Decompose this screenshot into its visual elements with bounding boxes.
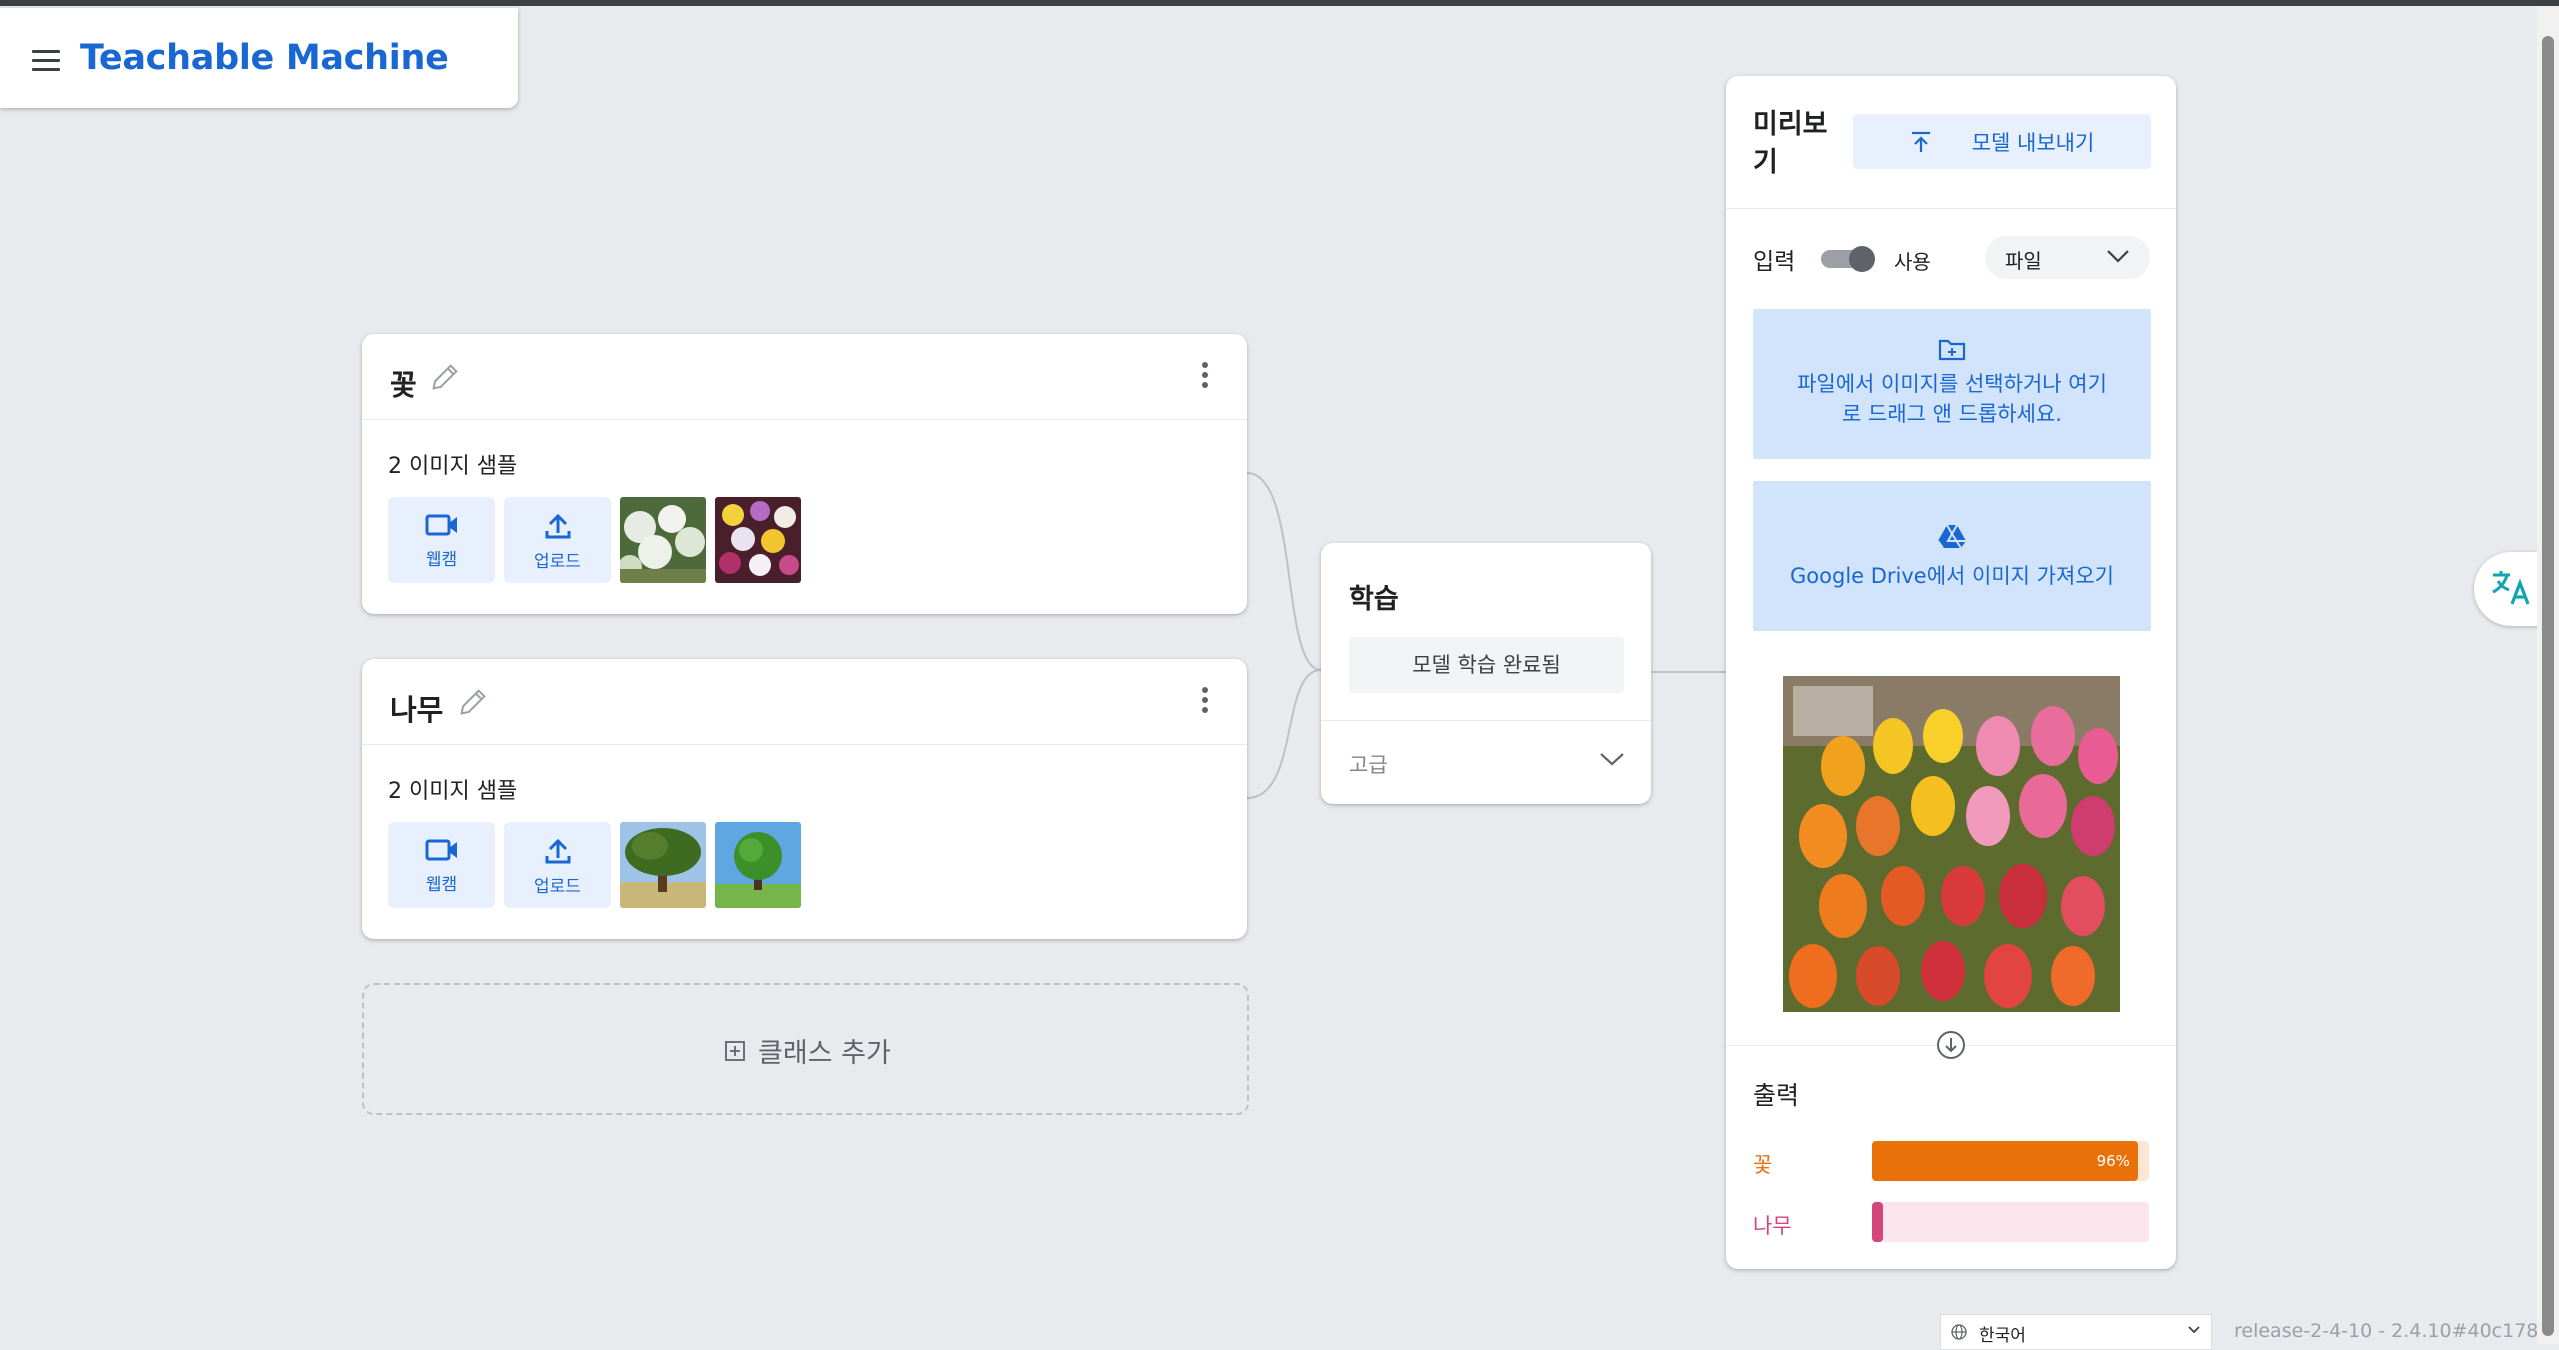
upload-label: 업로드 [534,877,581,897]
preview-panel: 미리보기 모델 내보내기 입력 사용 파일 파일에서 이미지를 선택하거나 여기… [1726,76,2176,1269]
export-label: 모델 내보내기 [1971,130,2095,155]
arrow-down-icon [1937,1031,1965,1059]
preview-title: 미리보기 [1753,109,1828,178]
sample-count: 2 이미지 샘플 [388,454,518,479]
chevron-down-icon [2107,250,2129,263]
confidence-percent: 96% [2096,1152,2130,1170]
webcam-button[interactable]: 웹캠 [388,822,495,908]
class-name[interactable]: 나무 [390,687,443,729]
globe-icon [1951,1324,1967,1340]
edit-pencil-icon[interactable] [428,360,462,394]
class-name[interactable]: 꽃 [390,362,417,404]
training-panel: 학습 모델 학습 완료됨 고급 [1321,543,1651,804]
train-model-button[interactable]: 모델 학습 완료됨 [1349,637,1624,693]
sample-count: 2 이미지 샘플 [388,779,518,804]
confidence-bar-fill [1872,1202,1884,1242]
class-card-flower: 꽃 2 이미지 샘플 웹캠 업로드 [362,334,1247,614]
version-text: release-2-4-10 - 2.4.10#40c178 [2234,1320,2539,1342]
upload-button[interactable]: 업로드 [504,497,611,583]
sample-thumbnail[interactable] [715,822,801,908]
hamburger-menu-icon[interactable] [32,50,62,74]
video-camera-icon [425,514,457,536]
input-label: 입력 [1753,249,1796,275]
google-drive-icon [1937,524,1966,549]
input-source-select[interactable]: 파일 [1985,236,2150,279]
language-select[interactable]: 한국어 [1940,1314,2212,1350]
confidence-bar-fill: 96% [1872,1141,2138,1181]
export-model-button[interactable]: 모델 내보내기 [1853,114,2151,169]
webcam-label: 웹캠 [425,875,458,895]
input-source-value: 파일 [2005,249,2042,273]
output-class-name: 꽃 [1753,1153,1773,1177]
more-options-icon[interactable] [1201,687,1209,717]
gdrive-text: Google Drive에서 이미지 가져오기 [1790,564,2114,588]
folder-add-icon [1938,339,1966,361]
more-options-icon[interactable] [1201,362,1209,392]
sample-thumbnail[interactable] [715,497,801,583]
edit-pencil-icon[interactable] [456,685,490,719]
export-upload-icon [1911,131,1930,152]
output-row: 꽃 96% [1753,1141,2151,1181]
advanced-toggle[interactable]: 고급 [1349,749,1388,779]
translate-icon [2492,571,2530,605]
add-box-icon [725,1040,745,1061]
dropzone-text: 파일에서 이미지를 선택하거나 여기로 드래그 앤 드롭하세요. [1797,372,2107,426]
upload-icon [545,513,570,539]
webcam-button[interactable]: 웹캠 [388,497,495,583]
app-header: Teachable Machine [0,8,518,108]
add-class-label: 클래스 추가 [758,1038,891,1069]
page-scrollbar[interactable] [2537,6,2559,1344]
preview-image [1783,676,2120,1012]
file-dropzone[interactable]: 파일에서 이미지를 선택하거나 여기로 드래그 앤 드롭하세요. [1753,309,2151,459]
upload-label: 업로드 [534,552,581,572]
add-class-button[interactable]: 클래스 추가 [362,983,1249,1115]
upload-button[interactable]: 업로드 [504,822,611,908]
divider [1726,208,2176,209]
divider [362,419,1247,420]
upload-icon [545,838,570,864]
scrollbar-thumb[interactable] [2542,36,2554,1336]
sample-thumbnail[interactable] [620,822,706,908]
divider [1321,720,1651,721]
training-title: 학습 [1349,584,1399,615]
output-label: 출력 [1753,1081,1800,1110]
language-value: 한국어 [1979,1326,2026,1346]
chevron-down-icon [2188,1326,2200,1334]
toggle-label: 사용 [1894,250,1931,274]
input-toggle[interactable] [1821,246,1875,272]
class-card-tree: 나무 2 이미지 샘플 웹캠 업로드 [362,659,1247,939]
google-drive-button[interactable]: Google Drive에서 이미지 가져오기 [1753,481,2151,631]
chevron-down-icon[interactable] [1599,751,1625,767]
sample-thumbnail[interactable] [620,497,706,583]
webcam-label: 웹캠 [425,550,458,570]
output-row: 나무 [1753,1202,2151,1242]
divider [362,744,1247,745]
confidence-bar-track [1872,1202,2149,1242]
app-title[interactable]: Teachable Machine [80,38,449,78]
output-class-name: 나무 [1753,1214,1792,1238]
confidence-bar-track: 96% [1872,1141,2149,1181]
video-camera-icon [425,839,457,861]
